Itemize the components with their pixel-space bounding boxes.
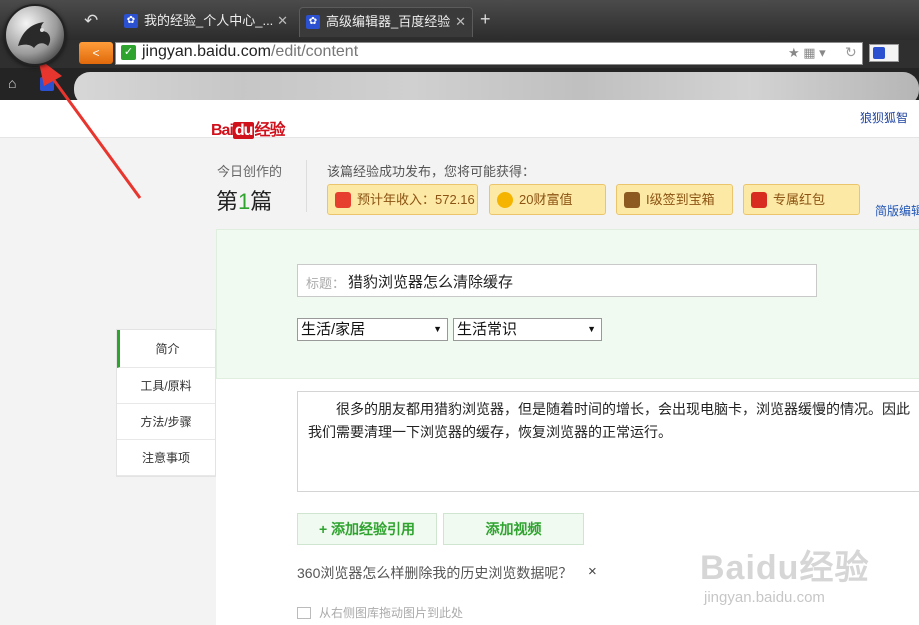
divider xyxy=(306,160,307,212)
close-tab-icon[interactable]: ✕ xyxy=(455,8,466,36)
count-number: 1 xyxy=(238,189,251,214)
user-name-link[interactable]: 狼狈狐智 xyxy=(860,109,908,126)
title-label: 标题： xyxy=(306,276,346,291)
logo-prefix: Bai xyxy=(211,122,234,139)
reward-label: I级签到宝箱 xyxy=(646,192,715,207)
secure-check-icon: ✓ xyxy=(121,45,136,60)
count-prefix: 第 xyxy=(216,189,239,214)
tab-title: 我的经验_个人中心_... xyxy=(144,13,274,28)
count-suffix: 篇 xyxy=(250,189,273,214)
baidu-paw-icon[interactable] xyxy=(40,77,54,91)
image-icon xyxy=(297,607,311,619)
baidu-paw-icon: ✿ xyxy=(306,15,320,29)
intro-text[interactable]: 很多的朋友都用猎豹浏览器，但是随着时间的增长，会出现电脑卡，浏览器缓慢的情况。因… xyxy=(308,398,914,444)
add-video-button[interactable]: 添加视频 xyxy=(443,513,584,545)
search-engine-selector[interactable] xyxy=(869,44,899,62)
bookmark-star-icon[interactable]: ★ ▦ ▾ xyxy=(788,45,826,61)
reward-label: 预计年收入：572.16 xyxy=(357,192,475,207)
logo-badge: du xyxy=(232,122,255,139)
tab-title: 高级编辑器_百度经验 xyxy=(326,14,451,29)
red-packet-icon xyxy=(751,192,767,208)
drag-image-hint: 从右侧图库拖动图片到此处 xyxy=(297,604,463,621)
money-icon xyxy=(335,192,351,208)
url-host: jingyan.baidu.com xyxy=(142,43,271,60)
nav-item-tools[interactable]: 工具/原料 xyxy=(117,368,215,404)
reward-chest-badge[interactable]: I级签到宝箱 xyxy=(616,184,733,215)
today-created-label: 今日创作的 xyxy=(217,164,283,179)
refresh-icon[interactable]: ↻ xyxy=(845,44,857,61)
nav-item-steps[interactable]: 方法/步骤 xyxy=(117,404,215,440)
nav-item-notes[interactable]: 注意事项 xyxy=(117,440,215,476)
baidu-jingyan-logo[interactable]: Bai du 经验 xyxy=(211,116,285,140)
reward-red-packet-badge[interactable]: 专属红包 xyxy=(743,184,860,215)
reward-label: 专属红包 xyxy=(773,192,826,207)
add-reference-button[interactable]: + 添加经验引用 xyxy=(297,513,437,545)
undo-close-tab-icon[interactable]: ↶ xyxy=(84,11,106,31)
category-value: 生活常识 xyxy=(457,321,518,338)
new-tab-button[interactable]: + xyxy=(480,9,491,30)
simple-edit-link[interactable]: 简版编辑 xyxy=(875,202,919,219)
tab-my-experience[interactable]: ✿ 我的经验_个人中心_... ✕ xyxy=(118,7,294,37)
browser-logo-icon[interactable] xyxy=(4,4,66,66)
dropdown-arrow-icon: ▼ xyxy=(433,324,442,334)
section-nav: 简介 工具/原料 方法/步骤 注意事项 xyxy=(116,329,216,477)
baidu-paw-icon: ✿ xyxy=(124,14,138,28)
baidu-paw-icon xyxy=(873,47,885,59)
category-value: 生活/家居 xyxy=(301,321,366,338)
close-icon[interactable]: × xyxy=(588,563,597,580)
today-count: 第1篇 xyxy=(216,184,272,216)
close-tab-icon[interactable]: ✕ xyxy=(277,7,288,35)
dropdown-arrow-icon: ▼ xyxy=(587,324,596,334)
logo-suffix: 经验 xyxy=(254,122,285,139)
back-button[interactable]: < xyxy=(79,42,113,64)
baidu-watermark: Baidu经验 jingyan.baidu.com xyxy=(700,540,869,606)
chest-icon xyxy=(624,192,640,208)
watermark-url: jingyan.baidu.com xyxy=(704,589,825,606)
reward-income-badge[interactable]: 预计年收入：572.16 xyxy=(327,184,478,215)
tab-advanced-editor[interactable]: ✿ 高级编辑器_百度经验 ✕ xyxy=(299,7,473,37)
title-value[interactable]: 猎豹浏览器怎么清除缓存 xyxy=(348,271,513,292)
drag-hint-text: 从右侧图库拖动图片到此处 xyxy=(319,606,464,620)
title-panel xyxy=(216,229,919,379)
category-select-secondary[interactable]: 生活常识 ▼ xyxy=(453,318,602,341)
related-question-link[interactable]: 360浏览器怎么样删除我的历史浏览数据呢？ xyxy=(297,563,572,583)
category-select-primary[interactable]: 生活/家居 ▼ xyxy=(297,318,448,341)
watermark-logo: Baidu经验 xyxy=(700,549,870,587)
url-text[interactable]: jingyan.baidu.com/edit/content xyxy=(142,43,358,61)
reward-heading: 该篇经验成功发布，您将可能获得： xyxy=(327,164,536,179)
home-icon[interactable]: ⌂ xyxy=(8,76,22,90)
reward-label: 20财富值 xyxy=(519,192,573,207)
coin-icon xyxy=(497,192,513,208)
site-header xyxy=(0,100,919,138)
navigation-bar: < xyxy=(0,40,919,68)
url-path: /edit/content xyxy=(270,43,359,60)
reward-wealth-badge[interactable]: 20财富值 xyxy=(489,184,606,215)
nav-item-intro[interactable]: 简介 xyxy=(117,330,215,368)
